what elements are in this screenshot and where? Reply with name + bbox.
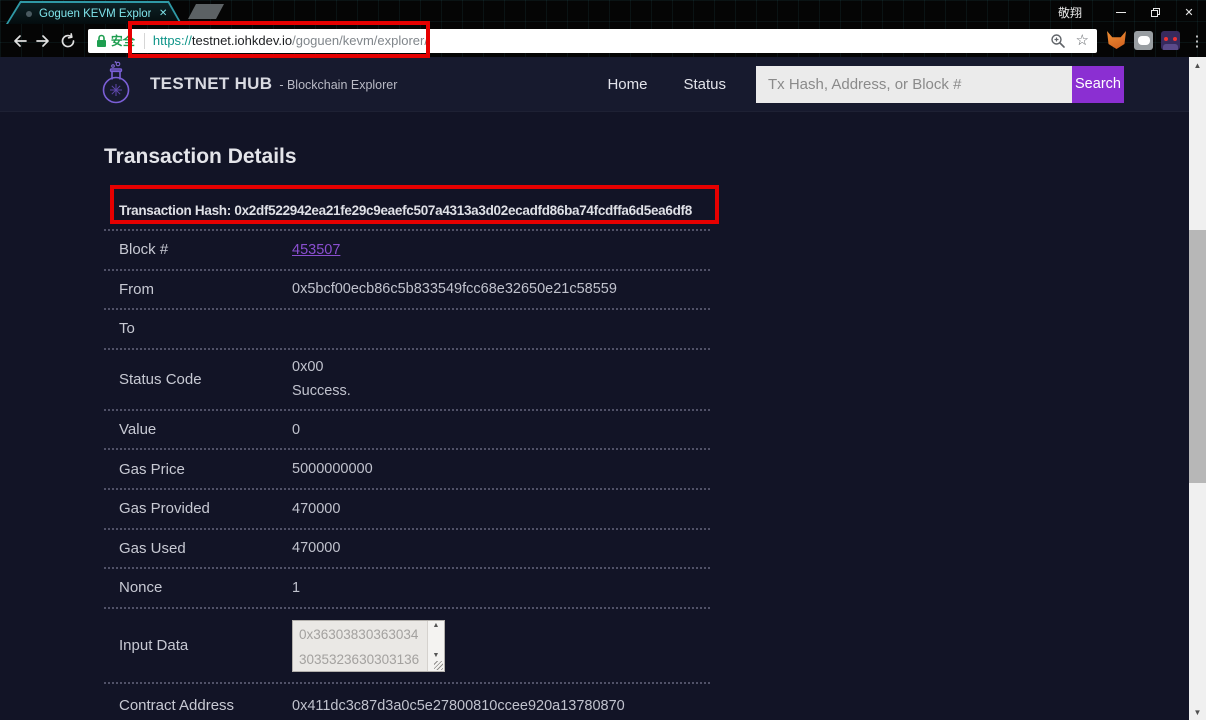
transaction-details-table: Transaction Hash: 0x2df522942ea21fe29c9e… xyxy=(104,192,710,720)
scrollbar-thumb[interactable] xyxy=(1189,230,1206,483)
new-tab-button[interactable] xyxy=(188,4,224,19)
block-number-link[interactable]: 453507 xyxy=(292,242,340,258)
gas-provided-value: 470000 xyxy=(292,500,341,517)
scrollbar-down-icon[interactable]: ▼ xyxy=(1189,704,1206,720)
page-content: Transaction Details Transaction Hash: 0x… xyxy=(0,145,1206,720)
row-label: From xyxy=(119,280,154,298)
reload-icon xyxy=(61,32,75,47)
value-amount: 0 xyxy=(292,421,301,438)
row-from-address: From 0x5bcf00ecb86c5b833549fcc68e32650e2… xyxy=(104,271,710,311)
tab-close-icon[interactable]: ✕ xyxy=(159,8,167,19)
site-header: TESTNET HUB - Blockchain Explorer Home S… xyxy=(0,57,1206,112)
row-label: Nonce xyxy=(119,579,163,597)
input-data-textarea[interactable]: 0x3630383036303430353236303031363030 xyxy=(292,619,445,672)
row-gas-used: Gas Used 470000 xyxy=(104,530,710,570)
row-label: Gas Used xyxy=(119,539,186,557)
status-code-message: Success. xyxy=(292,383,351,400)
url-scheme: https:// xyxy=(152,33,192,48)
url-domain: testnet.iohkdev.io xyxy=(191,33,293,48)
page-viewport: TESTNET HUB - Blockchain Explorer Home S… xyxy=(0,57,1206,720)
row-label: Gas Provided xyxy=(119,500,210,518)
lock-icon xyxy=(96,34,106,47)
row-input-data: Input Data 0x363038303630343035323630303… xyxy=(104,609,710,685)
row-gas-price: Gas Price 5000000000 xyxy=(104,450,710,490)
site-title: TESTNET HUB xyxy=(150,74,273,93)
tab-favicon-icon xyxy=(26,10,32,17)
row-contract-address: Contract Address 0x411dc3c87d3a0c5e27800… xyxy=(104,684,710,720)
nav-link-status[interactable]: Status xyxy=(683,76,726,93)
title-bar: Goguen KEVM Explorer ✕ 敬翔 ✕ xyxy=(0,0,1206,24)
search-button[interactable]: Search xyxy=(1072,65,1124,103)
row-label: Status Code xyxy=(119,370,202,388)
window-restore-button[interactable] xyxy=(1138,0,1172,24)
forward-arrow-icon xyxy=(36,34,50,47)
row-label: To xyxy=(119,320,135,338)
browser-profile-name[interactable]: 敬翔 xyxy=(1058,4,1082,21)
forward-button[interactable] xyxy=(32,29,56,53)
row-value: Value 0 xyxy=(104,411,710,451)
contract-address-value: 0x411dc3c87d3a0c5e27800810ccee920a137808… xyxy=(292,697,625,714)
nonce-value: 1 xyxy=(292,579,301,596)
scroll-down-icon[interactable]: ▼ xyxy=(428,652,444,659)
transaction-hash-text: Transaction Hash: 0x2df522942ea21fe29c9e… xyxy=(119,203,692,218)
site-title-group: TESTNET HUB - Blockchain Explorer xyxy=(150,74,397,94)
browser-menu-icon[interactable]: ⋮ xyxy=(1188,32,1206,50)
restore-icon xyxy=(1150,7,1160,17)
window-minimize-button[interactable] xyxy=(1104,0,1138,24)
row-block-number: Block # 453507 xyxy=(104,231,710,271)
back-button[interactable] xyxy=(8,29,32,53)
main-nav: Home Status xyxy=(607,76,726,93)
nav-link-home[interactable]: Home xyxy=(607,76,647,93)
row-gas-provided: Gas Provided 470000 xyxy=(104,490,710,530)
search-input[interactable] xyxy=(756,65,1072,103)
scrollbar-up-icon[interactable]: ▲ xyxy=(1189,57,1206,73)
browser-chrome: Goguen KEVM Explorer ✕ 敬翔 ✕ 安全 https://t… xyxy=(0,0,1206,57)
bookmark-star-icon[interactable]: ☆ xyxy=(1076,33,1089,48)
browser-tab[interactable]: Goguen KEVM Explorer ✕ xyxy=(6,1,182,24)
row-label: Contract Address xyxy=(119,697,235,715)
browser-toolbar: 安全 https://testnet.iohkdev.io/goguen/kev… xyxy=(0,24,1206,57)
gas-used-value: 470000 xyxy=(292,540,341,557)
url-path: /goguen/kevm/explorer/ xyxy=(292,33,428,48)
row-label: Gas Price xyxy=(119,460,185,478)
zoom-icon[interactable] xyxy=(1050,33,1066,49)
window-close-button[interactable]: ✕ xyxy=(1172,0,1206,24)
secure-label: 安全 xyxy=(110,34,135,48)
url-text: https://testnet.iohkdev.io/goguen/kevm/e… xyxy=(153,33,428,48)
row-label: Block # xyxy=(119,241,169,259)
scroll-up-icon[interactable]: ▲ xyxy=(428,622,444,629)
back-arrow-icon xyxy=(14,34,28,47)
site-subtitle: - Blockchain Explorer xyxy=(279,78,398,92)
row-status-code: Status Code 0x00 Success. xyxy=(104,350,710,411)
extension-character-icon[interactable] xyxy=(1161,31,1180,50)
gas-price-value: 5000000000 xyxy=(292,461,373,478)
page-title: Transaction Details xyxy=(104,145,297,168)
textarea-resize-grip[interactable] xyxy=(434,660,443,670)
page-scrollbar[interactable]: ▲ ▼ xyxy=(1189,57,1206,720)
reload-button[interactable] xyxy=(56,29,80,53)
tab-title: Goguen KEVM Explorer xyxy=(39,7,151,20)
extension-fox-icon[interactable] xyxy=(1107,31,1126,50)
secure-site-chip[interactable]: 安全 xyxy=(96,32,135,49)
header-search: Search xyxy=(756,65,1124,103)
status-code-value: 0x00 xyxy=(292,359,324,376)
extension-line-icon[interactable] xyxy=(1134,31,1153,50)
flask-logo-icon xyxy=(102,61,130,104)
row-label: Value xyxy=(119,421,157,439)
row-label: Input Data xyxy=(119,637,189,654)
from-address-value: 0x5bcf00ecb86c5b833549fcc68e32650e21c585… xyxy=(292,281,617,298)
row-transaction-hash: Transaction Hash: 0x2df522942ea21fe29c9e… xyxy=(104,192,710,231)
url-bar[interactable]: 安全 https://testnet.iohkdev.io/goguen/kev… xyxy=(87,28,1097,53)
row-to-address: To xyxy=(104,310,710,350)
url-bar-divider xyxy=(143,32,145,49)
row-nonce: Nonce 1 xyxy=(104,569,710,609)
